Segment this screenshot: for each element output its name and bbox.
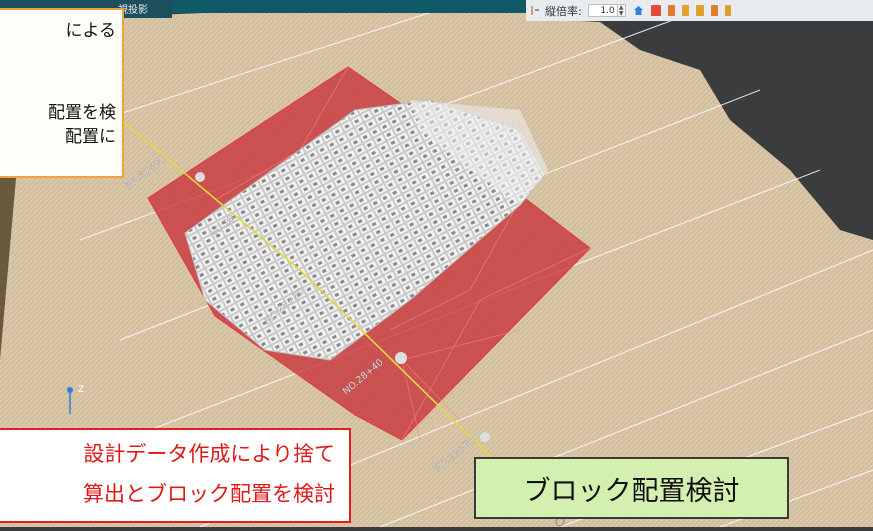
view-front-icon[interactable] <box>650 5 661 16</box>
axis-gizmo: Z <box>60 378 90 418</box>
callout-description: による 配置を検 配置に <box>0 8 124 178</box>
station-point <box>195 172 205 182</box>
vertical-scale-spinner[interactable]: ▲ ▼ <box>617 4 626 17</box>
view-iso-icon[interactable] <box>724 5 731 16</box>
view-side-icon[interactable] <box>667 5 675 16</box>
home-icon[interactable] <box>633 5 644 16</box>
view-back-icon[interactable] <box>681 5 689 16</box>
vertical-scale-label: 縦倍率: <box>545 4 582 18</box>
callout-line: 算出とブロック配置を検討 <box>83 483 335 506</box>
vertical-scale-icon <box>531 6 539 15</box>
view-toolbar: 縦倍率: 1.0 ▲ ▼ <box>526 0 873 21</box>
callout-design-data: 設計データ作成により捨て 算出とブロック配置を検討 <box>0 428 351 523</box>
axis-label: Z <box>78 385 84 395</box>
view-top-icon[interactable] <box>710 5 718 16</box>
callout-line: 配置に <box>65 127 116 146</box>
station-point <box>480 432 490 442</box>
station-point <box>395 352 407 364</box>
title-strip <box>172 0 526 13</box>
view-bottom-icon[interactable] <box>695 5 704 16</box>
callout-line: 配置を検 <box>48 103 116 122</box>
vertical-scale-input[interactable]: 1.0 <box>587 4 618 17</box>
callout-line: 設計データ作成により捨て <box>83 443 335 466</box>
block-layout-label: ブロック配置検討 <box>474 457 789 519</box>
callout-line: による <box>65 21 117 40</box>
